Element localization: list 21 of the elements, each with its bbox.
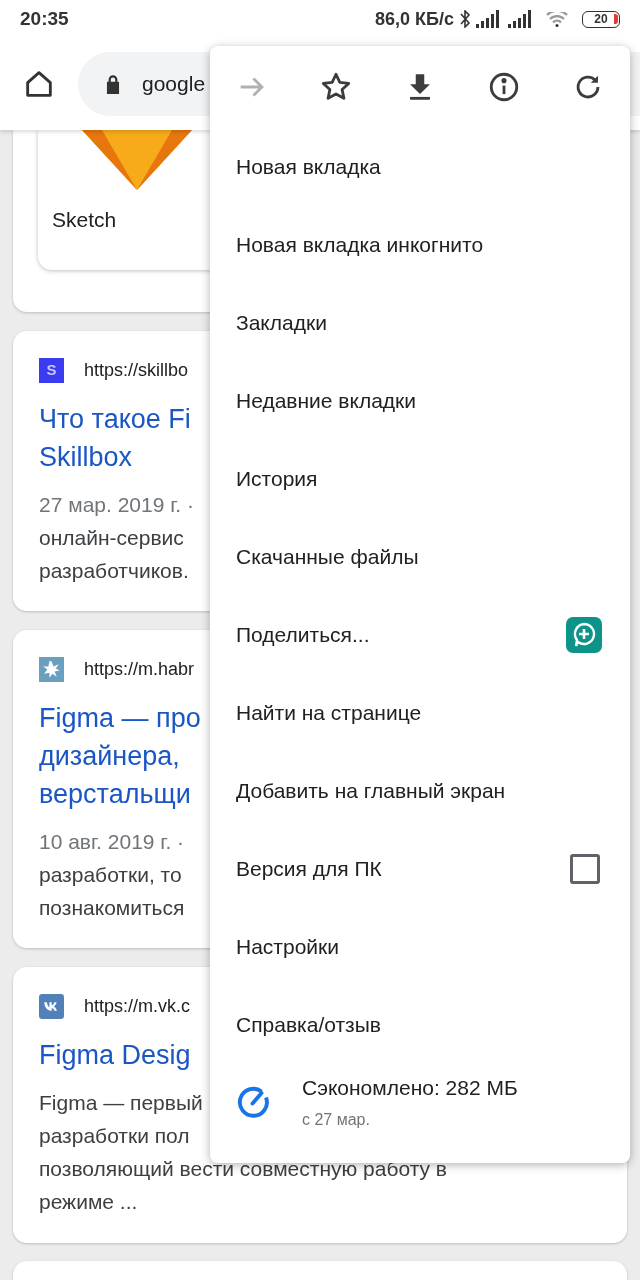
site-favicon: S [39,358,64,383]
app-label: Sketch [52,207,118,233]
result-url: https://m.habr [84,658,195,681]
result-snippet: онлайн-сервис [39,525,184,551]
url-text: google [142,71,206,98]
result-url: https://m.vk.c [84,995,191,1018]
result-snippet: разработки пол [39,1123,190,1149]
result-snippet: разработки, то [39,862,182,888]
result-snippet: разработчиков. [39,558,189,584]
result-date: 10 авг. 2019 г. · [39,829,185,855]
result-snippet: позволяющий вести совместную работу в [39,1156,447,1182]
status-time: 20:35 [20,6,69,31]
network-speed: 86,0 КБ/с [375,7,454,31]
result-snippet: режиме ... [39,1189,138,1215]
result-snippet: Figma — первый [39,1090,203,1116]
battery-indicator: 20 [582,10,620,28]
data-saved-title: Сэкономлено: 282 МБ [302,1075,518,1101]
data-saved-subtitle: с 27 мар. [302,1109,371,1130]
result-date: 27 мар. 2019 г. · [39,492,194,518]
result-snippet: познакомиться [39,895,185,921]
result-url: https://skillbo [84,359,189,382]
